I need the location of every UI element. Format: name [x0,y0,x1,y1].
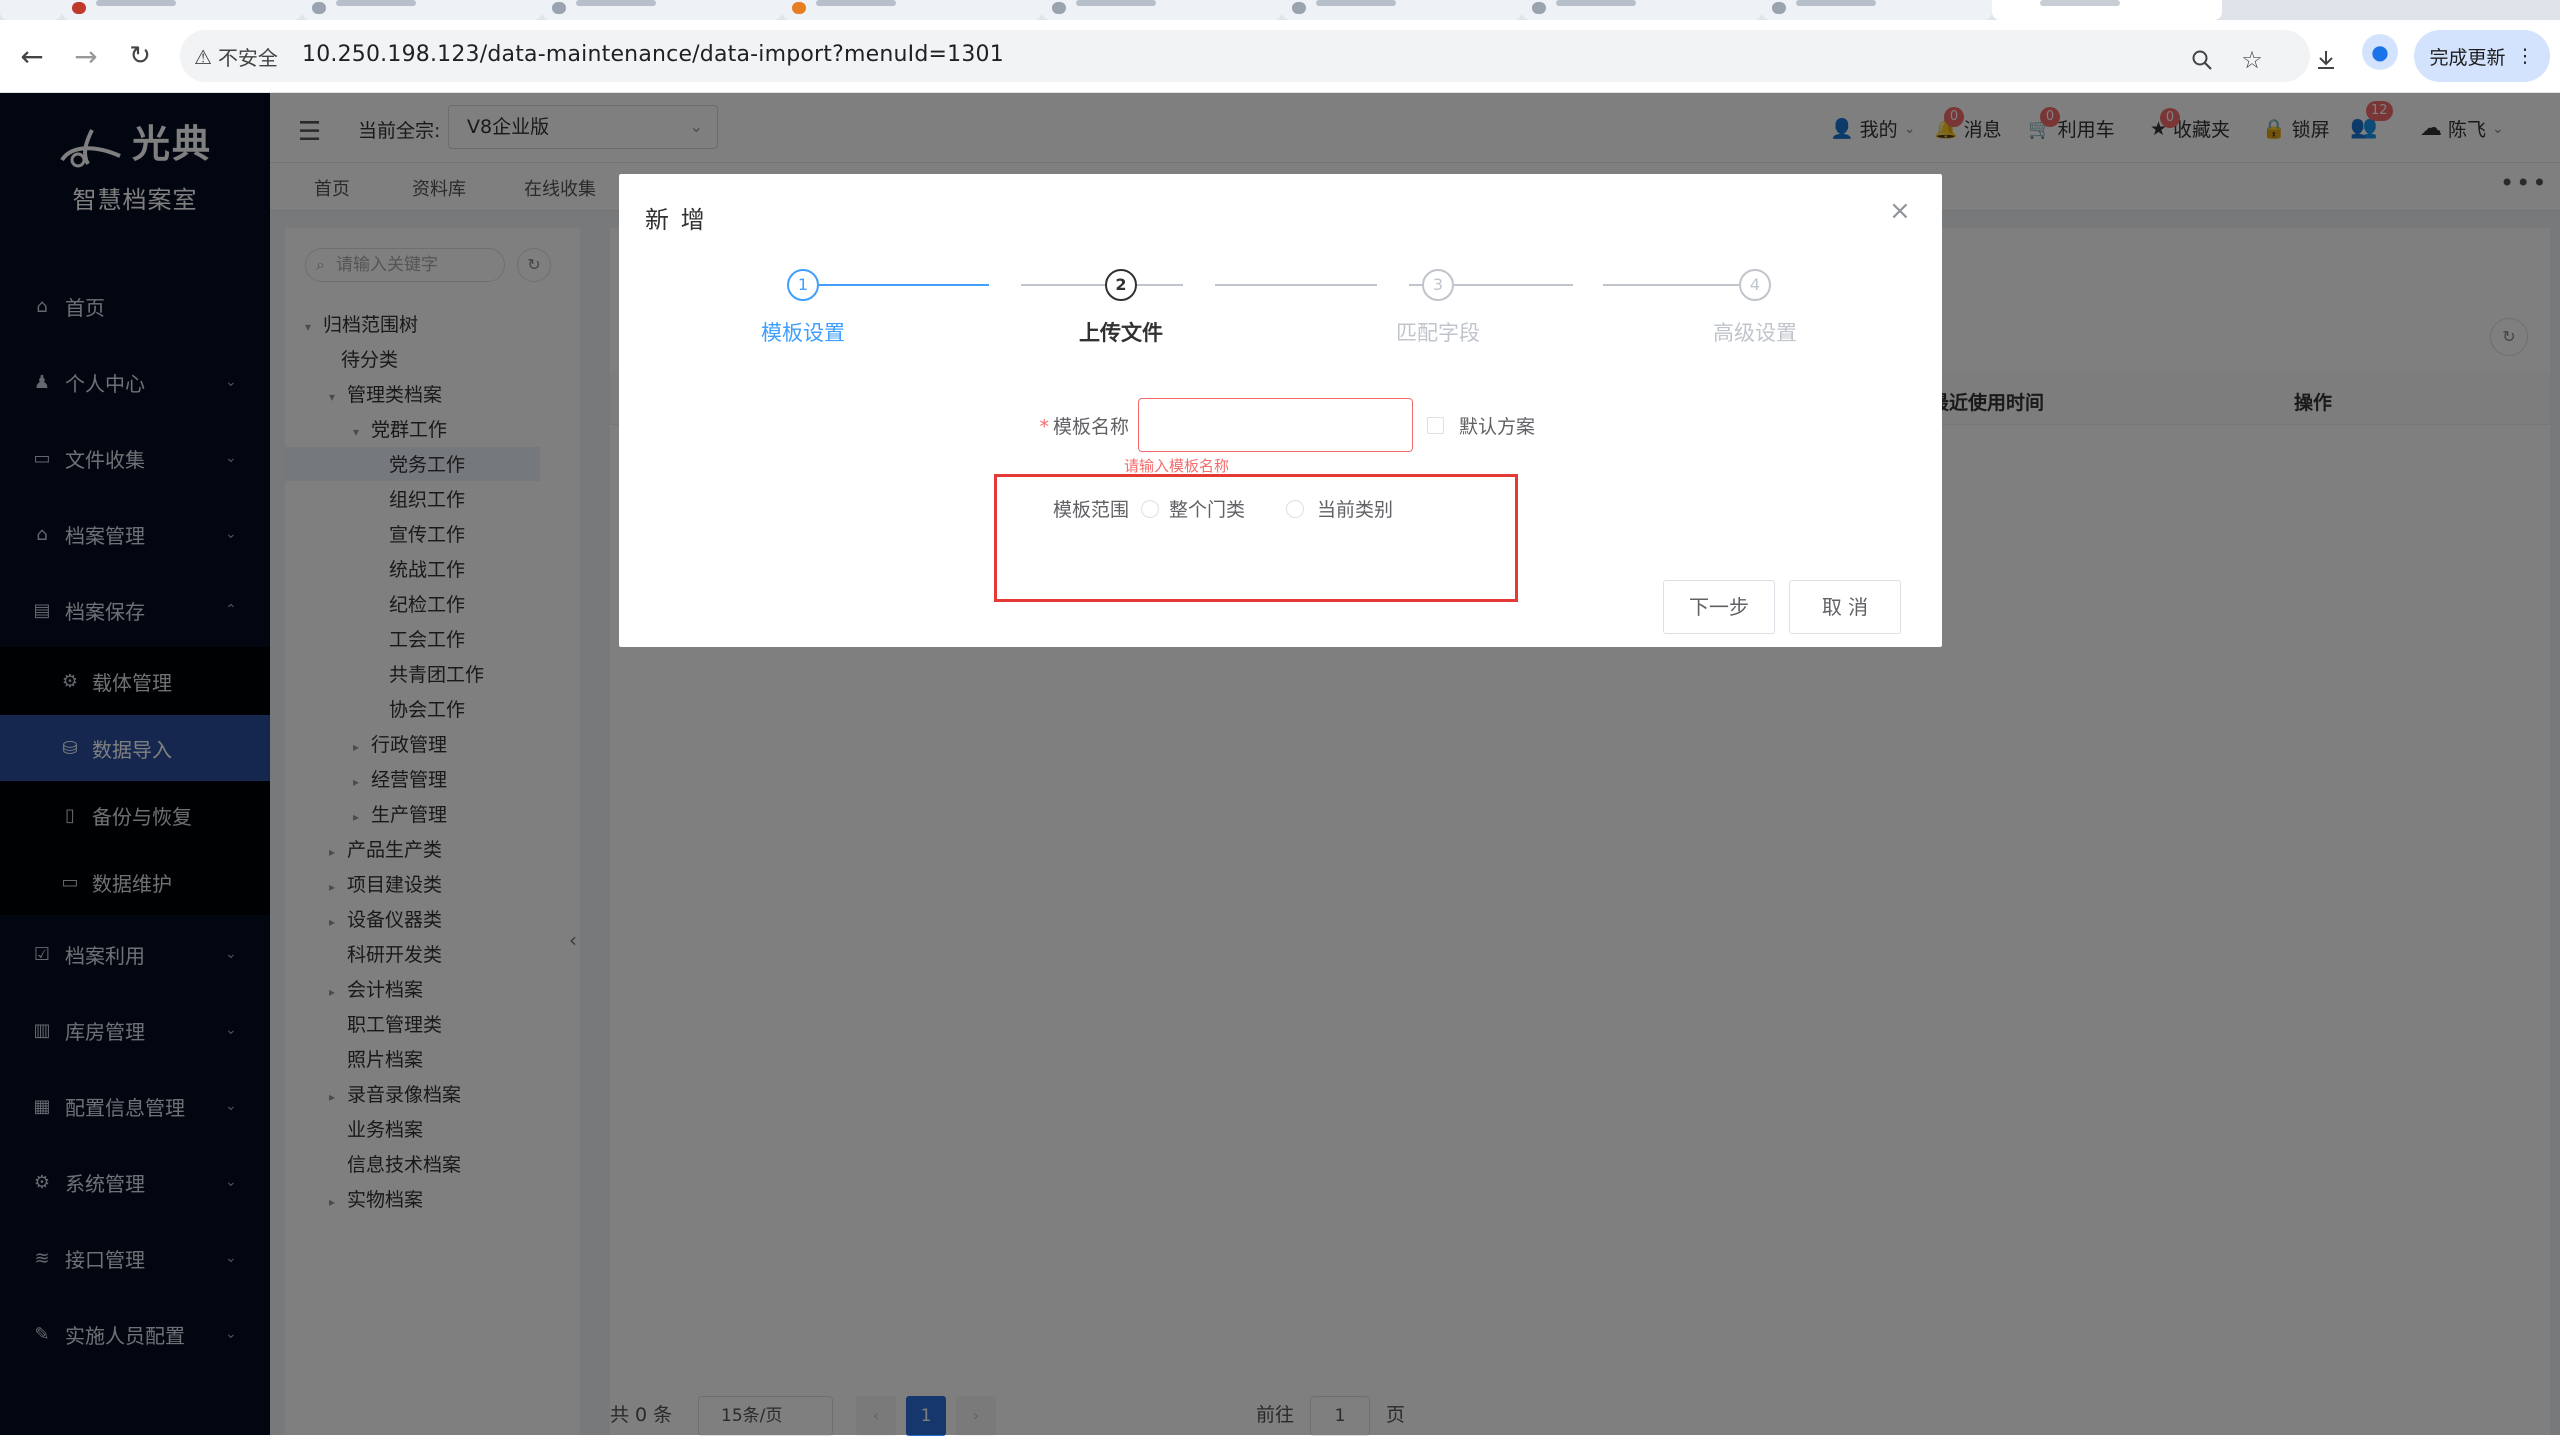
browser-tab[interactable] [1762,0,1992,20]
default-scheme-label[interactable]: 默认方案 [1459,412,1535,439]
template-name-input[interactable] [1138,398,1413,452]
browser-tab-active[interactable] [1992,0,2222,20]
required-asterisk: * [1039,416,1049,438]
tab-favicon [72,2,86,14]
browser-tab[interactable] [782,0,1042,20]
insecure-label: 不安全 [217,46,278,70]
default-scheme-checkbox[interactable] [1427,417,1444,434]
tab-favicon [552,2,566,14]
next-step-button[interactable]: 下一步 [1663,580,1775,634]
insecure-indicator[interactable]: ⚠ 不安全 [194,42,278,71]
tab-favicon [1052,2,1066,14]
address-bar[interactable]: ⚠ 不安全 10.250.198.123/data-maintenance/da… [180,30,2310,82]
step-2-circle: 2 [1105,269,1137,301]
close-icon[interactable]: × [1889,196,1911,226]
zoom-icon[interactable] [2188,46,2216,74]
browser-tab[interactable] [0,0,62,20]
step-connector [1021,284,1183,286]
url-text[interactable]: 10.250.198.123/data-maintenance/data-imp… [302,42,1004,67]
step-4-circle: 4 [1739,269,1771,301]
tab-favicon [1292,2,1306,14]
cancel-button[interactable]: 取 消 [1789,580,1901,634]
browser-tab[interactable] [62,0,302,20]
reload-icon[interactable]: ↻ [122,38,158,74]
update-label: 完成更新 [2429,46,2506,69]
tab-title-stub [816,0,896,6]
step-3-label: 匹配字段 [1396,321,1480,345]
forward-icon[interactable]: → [68,38,104,74]
step-1-circle: 1 [787,269,819,301]
tab-title-stub [576,0,656,6]
step-4-label: 高级设置 [1713,321,1797,345]
browser-tab[interactable] [302,0,542,20]
tab-favicon [792,2,806,14]
add-template-dialog: 新 增 × 1 模板设置 2 上传文件 3 匹配字段 4 高级设置 * 模板名称 … [619,174,1942,647]
tab-favicon [1772,2,1786,14]
tab-favicon [312,2,326,14]
browser-tab[interactable] [1282,0,1522,20]
tab-title-stub [2040,0,2120,6]
tab-title-stub [96,0,176,6]
tab-title-stub [336,0,416,6]
tab-title-stub [1076,0,1156,6]
tab-favicon [1532,2,1546,14]
back-icon[interactable]: ← [14,38,50,74]
browser-tab-strip [0,0,2560,20]
tab-title-stub [1316,0,1396,6]
browser-tab[interactable] [1042,0,1282,20]
steps-indicator: 1 模板设置 2 上传文件 3 匹配字段 4 高级设置 [619,259,1942,349]
warning-icon: ⚠ [194,44,212,69]
browser-tab[interactable] [542,0,782,20]
template-name-error: 请输入模板名称 [1124,457,1230,475]
highlight-annotation-box [994,474,1518,602]
step-3-circle: 3 [1422,269,1454,301]
step-connector [1215,284,1377,286]
step-2-label: 上传文件 [1079,321,1163,345]
profile-avatar-icon[interactable]: ● [2362,34,2398,70]
download-icon[interactable] [2312,46,2340,74]
more-vert-icon: ⋮ [2515,45,2535,67]
browser-toolbar: ← → ↻ ⚠ 不安全 10.250.198.123/data-maintena… [0,20,2560,93]
tab-title-stub [1796,0,1876,6]
template-name-label-text: 模板名称 [1052,416,1129,438]
browser-tab[interactable] [1522,0,1762,20]
step-1-label: 模板设置 [761,321,845,345]
template-name-label: * 模板名称 [1019,412,1129,439]
tab-title-stub [1556,0,1636,6]
step-connector [819,284,989,286]
update-button[interactable]: 完成更新 ⋮ [2414,30,2550,82]
bookmark-star-icon[interactable]: ☆ [2238,46,2266,74]
dialog-title: 新 增 [645,206,707,234]
